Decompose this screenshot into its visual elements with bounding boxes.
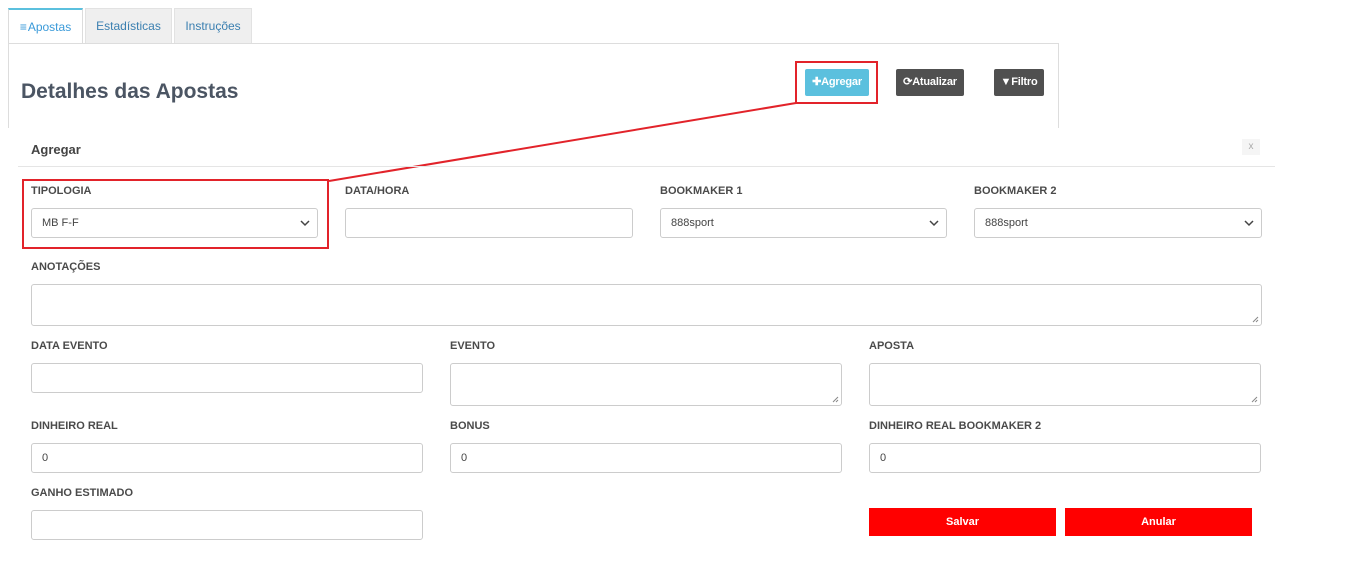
ganho-estimado-input[interactable] (31, 510, 423, 540)
resize-handle-icon[interactable] (1251, 396, 1258, 403)
dinheiro-real-input[interactable]: 0 (31, 443, 423, 473)
resize-handle-icon[interactable] (832, 396, 839, 403)
tab-estadisticas[interactable]: Estadísticas (85, 8, 172, 43)
tipologia-select[interactable]: MB F-F (31, 208, 318, 238)
list-icon: ≡ (19, 20, 27, 34)
tab-instrucoes[interactable]: Instruções (174, 8, 252, 43)
bonus-input[interactable]: 0 (450, 443, 842, 473)
data-evento-input[interactable] (31, 363, 423, 393)
refresh-button-label: Atualizar (912, 76, 957, 88)
evento-textarea[interactable] (450, 363, 842, 406)
filter-button-label: Filtro (1011, 76, 1038, 88)
tipologia-label: TIPOLOGIA (31, 185, 92, 197)
chevron-down-icon (1244, 220, 1254, 227)
aposta-textarea[interactable] (869, 363, 1261, 406)
ganho-estimado-label: GANHO ESTIMADO (31, 487, 134, 499)
data-evento-label: DATA EVENTO (31, 340, 108, 352)
chevron-down-icon (929, 220, 939, 227)
tab-label: Estadísticas (96, 19, 161, 33)
add-button-highlight (795, 61, 878, 104)
bookmaker2-label: BOOKMAKER 2 (974, 185, 1057, 197)
aposta-label: APOSTA (869, 340, 915, 352)
bookmaker2-value: 888sport (985, 217, 1028, 229)
cancel-button[interactable]: Anular (1065, 508, 1252, 536)
tab-label: Apostas (27, 20, 72, 34)
tab-label: Instruções (185, 19, 241, 33)
page-title: Detalhes das Apostas (21, 80, 239, 103)
bookmaker2-select[interactable]: 888sport (974, 208, 1262, 238)
save-button[interactable]: Salvar (869, 508, 1056, 536)
modal-divider (18, 166, 1275, 167)
tipologia-value: MB F-F (42, 217, 79, 229)
data-hora-label: DATA/HORA (345, 185, 410, 197)
dinheiro-real-value: 0 (42, 452, 49, 464)
bonus-value: 0 (461, 452, 468, 464)
dinheiro-real-label: DINHEIRO REAL (31, 420, 118, 432)
refresh-button[interactable]: ⟳Atualizar (896, 69, 964, 96)
bookmaker1-select[interactable]: 888sport (660, 208, 947, 238)
dinheiro-real-bm2-label: DINHEIRO REAL BOOKMAKER 2 (869, 420, 1042, 432)
chevron-down-icon (300, 220, 310, 227)
filter-button[interactable]: ▼Filtro (994, 69, 1044, 96)
filter-icon: ▼ (1000, 76, 1012, 88)
bookmaker1-label: BOOKMAKER 1 (660, 185, 743, 197)
data-hora-input[interactable] (345, 208, 633, 238)
bookmaker1-value: 888sport (671, 217, 714, 229)
evento-label: EVENTO (450, 340, 496, 352)
tab-apostas[interactable]: ≡Apostas (8, 8, 83, 45)
bonus-label: BONUS (450, 420, 490, 432)
modal-title: Agregar (31, 142, 81, 157)
dinheiro-real-bm2-value: 0 (880, 452, 887, 464)
anotacoes-textarea[interactable] (31, 284, 1262, 326)
refresh-icon: ⟳ (903, 76, 913, 88)
resize-handle-icon[interactable] (1252, 316, 1259, 323)
close-icon[interactable]: x (1242, 139, 1260, 155)
anotacoes-label: ANOTAÇÕES (31, 261, 101, 273)
dinheiro-real-bm2-input[interactable]: 0 (869, 443, 1261, 473)
